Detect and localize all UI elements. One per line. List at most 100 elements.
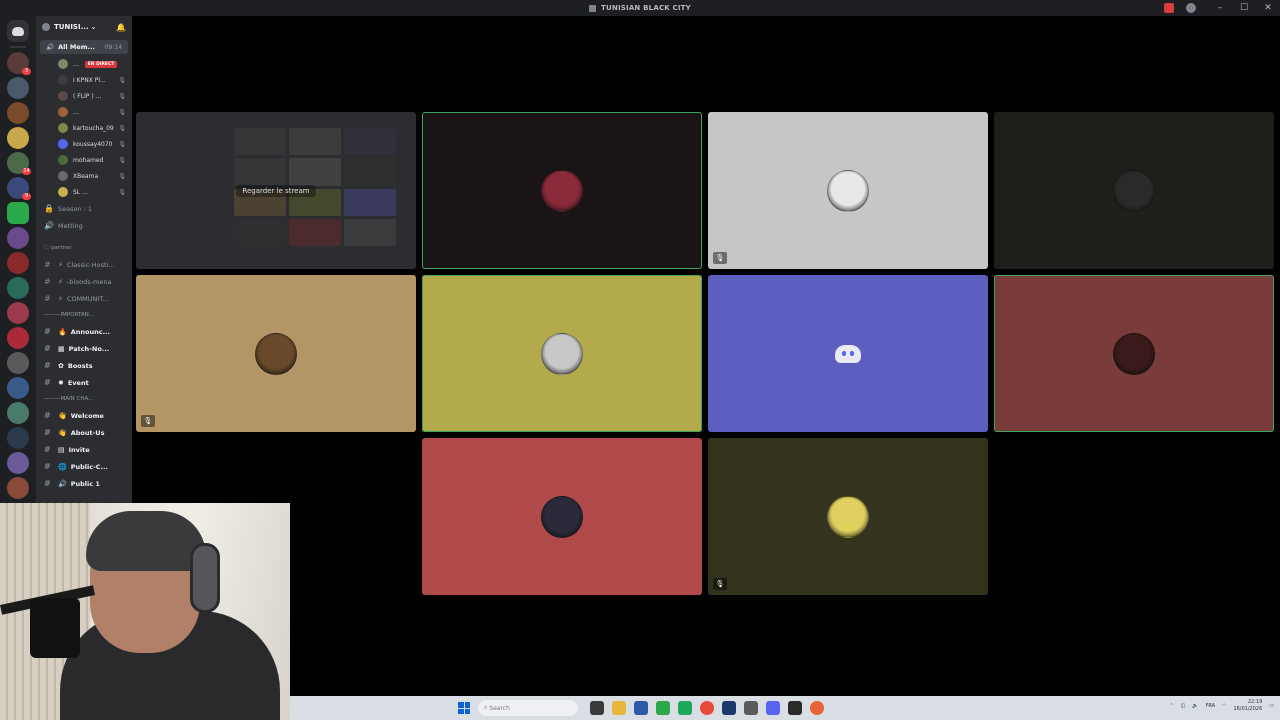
member-name: mohamed [73,156,104,164]
participant-tile[interactable] [994,275,1274,432]
server-icon[interactable]: 9 [7,177,31,200]
participant-tile[interactable] [994,112,1274,269]
channel-name: Welcome [70,411,104,420]
minimize-button[interactable]: – [1208,3,1232,13]
server-icon[interactable] [7,402,29,424]
member-name: SL ... [73,188,88,196]
voice-channel-active[interactable]: 🔊 All Mem... 09:14 [40,40,128,54]
channel-name: Public 1 [70,479,100,488]
channel-name: Event [67,378,89,387]
server-icon[interactable] [7,277,29,299]
notification-icon[interactable]: ▭ [1269,703,1274,709]
wifi-icon[interactable]: ◠ [1222,703,1226,709]
help-icon[interactable] [1186,3,1196,13]
app-icon[interactable] [656,701,670,715]
category-main[interactable]: ——— MAIN CHA... [36,391,132,407]
server-icon[interactable] [7,102,29,124]
voice-member[interactable]: koussay4070 🎙 [36,136,132,152]
participant-tile[interactable] [422,275,702,432]
server-icon[interactable] [7,452,29,474]
network-icon[interactable]: ◫ [1181,703,1186,709]
category-partner[interactable]: 🗀 partner [36,240,132,256]
store-icon[interactable] [634,701,648,715]
mic-icon: 🎙 [118,92,126,100]
discord-icon[interactable] [766,701,780,715]
watch-stream-button[interactable]: Regarder le stream [236,184,316,197]
file-explorer-icon[interactable] [590,701,604,715]
avatar [541,495,583,538]
server-icon[interactable] [7,77,29,99]
partner-channel-list: # ⚡ Classic-Hosti... # ⚡ -bloods-mena # ⚡ COMMUN… [36,256,132,307]
participant-tile[interactable] [422,112,702,269]
volume-icon[interactable]: 🔈 [1192,703,1198,709]
bell-icon[interactable]: 🔔 [116,23,126,32]
server-icon[interactable] [7,427,29,449]
server-icon[interactable] [7,252,29,274]
inbox-icon[interactable] [1164,3,1174,13]
voice-member[interactable]: kartoucha_09 🎙 [36,120,132,136]
stream-tile[interactable]: Regarder le stream [136,112,416,269]
settings-icon[interactable] [744,701,758,715]
server-icon[interactable] [7,377,29,399]
server-icon[interactable]: 3 [7,52,31,75]
close-button[interactable]: ✕ [1256,3,1280,13]
server-icon[interactable] [7,227,29,249]
text-channel-item[interactable]: # ✸ Event [36,374,132,391]
home-button[interactable] [7,20,29,42]
voice-member[interactable]: ... EN DIRECT [36,56,132,72]
server-icon[interactable] [7,477,29,499]
server-icon[interactable] [7,202,29,224]
app-icon[interactable] [788,701,802,715]
voice-member[interactable]: ... 🎙 [36,104,132,120]
steam-icon[interactable] [722,701,736,715]
server-icon [589,4,597,12]
voice-member[interactable]: I KPNX Pl... 🎙 [36,72,132,88]
participant-tile[interactable]: 🎙 [136,275,416,432]
obs-icon[interactable] [810,701,824,715]
language-indicator[interactable]: FRA [1205,703,1215,709]
maximize-button[interactable]: ☐ [1232,3,1256,13]
participant-tile[interactable]: 🎙 [708,112,988,269]
start-button[interactable] [458,702,470,714]
server-name: TUNISI... [54,23,89,31]
voice-member[interactable]: ( FLIP ) ... 🎙 [36,88,132,104]
participant-tile[interactable] [422,438,702,595]
folder-icon[interactable] [612,701,626,715]
server-icon[interactable] [7,127,29,149]
voice-member[interactable]: XBeama 🎙 [36,168,132,184]
avatar [58,59,68,69]
member-name: ( FLIP ) ... [73,92,102,100]
text-channel-item[interactable]: # 👋 Welcome [36,407,132,424]
text-channel-item[interactable]: # 🔊 Public 1 [36,475,132,492]
important-channel-list: # 🔥 Announc... # ▦ Patch-No... # ✿ Boosts # ✸ Event [36,323,132,391]
text-channel-item[interactable]: # ▤ Invite [36,441,132,458]
whatsapp-icon[interactable] [678,701,692,715]
text-channel-item[interactable]: # ▦ Patch-No... [36,340,132,357]
chrome-icon[interactable] [700,701,714,715]
chevron-up-icon[interactable]: ⌃ [1169,703,1173,709]
clock[interactable]: 22:19 16/01/2026 [1233,699,1262,713]
taskbar-search[interactable]: ⌕ Search [478,700,578,716]
server-icon[interactable] [7,352,29,374]
participant-tile[interactable] [708,275,988,432]
participant-tile[interactable]: 🎙 [708,438,988,595]
text-channel-item[interactable]: # ⚡ -bloods-mena [36,273,132,290]
text-channel-item[interactable]: # ⚡ COMMUNIT... [36,290,132,307]
voice-member[interactable]: mohamed 🎙 [36,152,132,168]
text-channel-item[interactable]: # 👋 About-Us [36,424,132,441]
server-icon[interactable] [7,302,29,324]
voice-member[interactable]: SL ... 🎙 [36,184,132,200]
category-important[interactable]: ——— IMPORTAN... [36,307,132,323]
voice-channel-item[interactable]: 🔒 Season : 1 [36,200,132,217]
text-channel-item[interactable]: # 🌐 Public-C... [36,458,132,475]
voice-channel-item[interactable]: 🔊 Metting [36,217,132,234]
server-header[interactable]: TUNISI... ⌄ 🔔 [36,16,132,38]
hash-icon: # [44,361,51,370]
text-channel-item[interactable]: # ✿ Boosts [36,357,132,374]
text-channel-item[interactable]: # ⚡ Classic-Hosti... [36,256,132,273]
server-icon[interactable] [7,327,29,349]
server-icon[interactable]: 14 [7,152,31,175]
text-channel-item[interactable]: # 🔥 Announc... [36,323,132,340]
avatar [58,107,68,117]
chevron-down-icon: ⌄ [90,23,97,31]
